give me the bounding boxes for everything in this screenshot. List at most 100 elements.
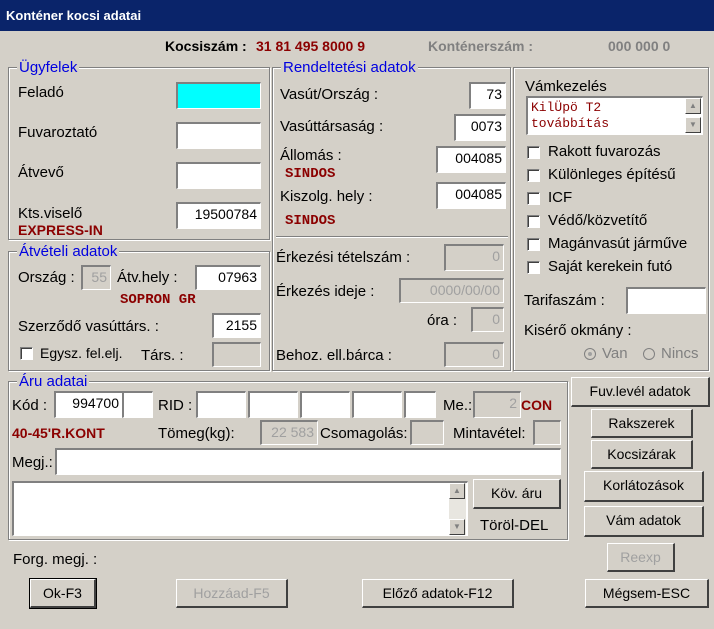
memo-scroll-up-icon[interactable]: ▲ bbox=[685, 98, 701, 114]
ora-input[interactable]: 0 bbox=[471, 307, 504, 332]
maganvasut-checkbox[interactable] bbox=[527, 238, 540, 251]
elozo-adatok-button[interactable]: Előző adatok-F12 bbox=[362, 579, 514, 608]
memo-scroll-down-icon[interactable]: ▼ bbox=[685, 117, 701, 133]
rid-input-1[interactable] bbox=[196, 391, 246, 418]
vasut-label: Vasút/Ország : bbox=[280, 86, 379, 103]
tars-label: Társ. : bbox=[141, 347, 184, 364]
van-label: Van bbox=[602, 345, 628, 362]
aru-scroll-down-icon[interactable]: ▼ bbox=[449, 519, 465, 535]
icf-checkbox[interactable] bbox=[527, 192, 540, 205]
torol-label[interactable]: Töröl-DEL bbox=[480, 517, 548, 534]
me-input[interactable]: 2 bbox=[473, 391, 521, 418]
allomas-label: Állomás : bbox=[280, 147, 342, 164]
kocsizarak-button[interactable]: Kocsizárak bbox=[591, 440, 693, 469]
erkezes-ideje-input[interactable]: 0000/00/00 bbox=[399, 278, 504, 303]
atvevo-input[interactable] bbox=[176, 162, 261, 189]
nincs-radio[interactable] bbox=[643, 348, 655, 360]
kiszolg-name: SINDOS bbox=[285, 213, 336, 229]
fuvaroztato-input[interactable] bbox=[176, 122, 261, 149]
rendeltetesi-title: Rendeltetési adatok bbox=[281, 59, 418, 76]
vamkezeles-label: Vámkezelés bbox=[525, 78, 607, 95]
behoz-label: Behoz. ell.bárca : bbox=[276, 347, 392, 364]
me-unit: CON bbox=[521, 397, 553, 413]
tomeg-label: Tömeg(kg): bbox=[158, 425, 235, 442]
ktsviselo-name: EXPRESS-IN bbox=[18, 222, 103, 238]
aru-title: Áru adatai bbox=[17, 373, 90, 390]
szerzodo-input[interactable]: 2155 bbox=[212, 313, 261, 338]
behoz-input[interactable]: 0 bbox=[444, 342, 504, 367]
allomas-name: SINDOS bbox=[285, 166, 336, 182]
korlatozasok-button[interactable]: Korlátozások bbox=[584, 471, 704, 502]
rakott-label: Rakott fuvarozás bbox=[548, 143, 661, 160]
kocsiszam-label: Kocsiszám : bbox=[165, 38, 247, 54]
sajat-label: Saját kerekein futó bbox=[548, 258, 673, 275]
rakott-checkbox[interactable] bbox=[527, 146, 540, 159]
reexp-button[interactable]: Reexp bbox=[607, 543, 675, 572]
erkezesi-tetel-input[interactable]: 0 bbox=[444, 244, 504, 271]
kontenerszam-label: Konténerszám : bbox=[428, 38, 534, 54]
rid-input-4[interactable] bbox=[352, 391, 402, 418]
kod-input[interactable]: 994700 bbox=[54, 391, 123, 418]
tomeg-input[interactable]: 22 583 bbox=[260, 420, 318, 445]
tars-input[interactable] bbox=[212, 342, 261, 367]
szerzodo-label: Szerződő vasúttárs. : bbox=[18, 318, 159, 335]
egysz-label: Egysz. fel.elj. bbox=[40, 345, 123, 361]
ktsviselo-label: Kts.viselő bbox=[18, 205, 83, 222]
atveteli-title: Átvételi adatok bbox=[17, 243, 120, 260]
csomagolas-input[interactable] bbox=[410, 420, 444, 445]
kod-input-2[interactable] bbox=[122, 391, 153, 418]
nincs-label: Nincs bbox=[661, 345, 699, 362]
felado-label: Feladó bbox=[18, 84, 64, 101]
rid-input-2[interactable] bbox=[248, 391, 298, 418]
orszag-input[interactable]: 55 bbox=[81, 265, 111, 290]
rid-label: RID : bbox=[158, 397, 193, 414]
vamkezeles-line1: KilÜpö T2 bbox=[531, 100, 602, 115]
erkezes-ideje-label: Érkezés ideje : bbox=[276, 283, 375, 300]
ktsviselo-input[interactable]: 19500784 bbox=[176, 202, 261, 229]
forg-megj-label: Forg. megj. : bbox=[13, 551, 98, 568]
fuvlevel-button[interactable]: Fuv.levél adatok bbox=[571, 377, 710, 407]
tarifaszam-input[interactable] bbox=[626, 287, 706, 314]
atvhely-input[interactable]: 07963 bbox=[195, 265, 261, 290]
kod-label: Kód : bbox=[12, 397, 48, 414]
vam-adatok-button[interactable]: Vám adatok bbox=[584, 506, 704, 537]
megj-label: Megj.: bbox=[12, 454, 53, 471]
vedo-checkbox[interactable] bbox=[527, 215, 540, 228]
erkezesi-tetel-label: Érkezési tételszám : bbox=[276, 249, 411, 266]
vasut-input[interactable]: 73 bbox=[469, 82, 506, 109]
allomas-input[interactable]: 004085 bbox=[436, 146, 506, 173]
aru-scroll-up-icon[interactable]: ▲ bbox=[449, 483, 465, 499]
kontenerszam-value: 000 000 0 bbox=[608, 38, 671, 54]
aru-name: 40-45'R.KONT bbox=[12, 425, 105, 441]
vamkezeles-memo[interactable]: KilÜpö T2 továbbítás ▲ ▼ bbox=[526, 96, 703, 135]
van-radio[interactable] bbox=[584, 348, 596, 360]
mintavetel-input[interactable] bbox=[533, 420, 561, 445]
megsem-button[interactable]: Mégsem-ESC bbox=[585, 579, 709, 608]
rid-input-5[interactable] bbox=[404, 391, 436, 418]
kov-aru-button[interactable]: Köv. áru bbox=[473, 479, 561, 509]
ok-button[interactable]: Ok-F3 bbox=[29, 578, 97, 609]
rakszerek-button[interactable]: Rakszerek bbox=[591, 409, 693, 438]
rendeltetesi-divider bbox=[276, 236, 508, 238]
felado-input[interactable] bbox=[176, 82, 261, 109]
kiszolg-input[interactable]: 004085 bbox=[436, 182, 506, 209]
mintavetel-label: Mintavétel: bbox=[453, 425, 526, 442]
fuvaroztato-label: Fuvaroztató bbox=[18, 124, 98, 141]
hozzaad-button[interactable]: Hozzáad-F5 bbox=[176, 579, 288, 608]
me-label: Me.: bbox=[443, 397, 473, 414]
vedo-label: Védő/közvetítő bbox=[548, 212, 648, 229]
sajat-checkbox[interactable] bbox=[527, 261, 540, 274]
ora-label: óra : bbox=[427, 312, 458, 329]
rid-input-3[interactable] bbox=[300, 391, 350, 418]
vasuttarsasag-input[interactable]: 0073 bbox=[454, 114, 506, 141]
icf-label: ICF bbox=[548, 189, 573, 206]
megj-input[interactable] bbox=[55, 448, 561, 475]
kulonleges-checkbox[interactable] bbox=[527, 169, 540, 182]
aru-memo[interactable]: ▲ ▼ bbox=[12, 481, 468, 536]
orszag-label: Ország : bbox=[18, 269, 75, 286]
egysz-checkbox[interactable] bbox=[20, 347, 33, 360]
title-bar: Konténer kocsi adatai bbox=[0, 0, 714, 31]
ugyfelek-title: Ügyfelek bbox=[17, 59, 80, 76]
tarifaszam-label: Tarifaszám : bbox=[524, 292, 605, 309]
kocsiszam-value: 31 81 495 8000 9 bbox=[256, 38, 365, 54]
